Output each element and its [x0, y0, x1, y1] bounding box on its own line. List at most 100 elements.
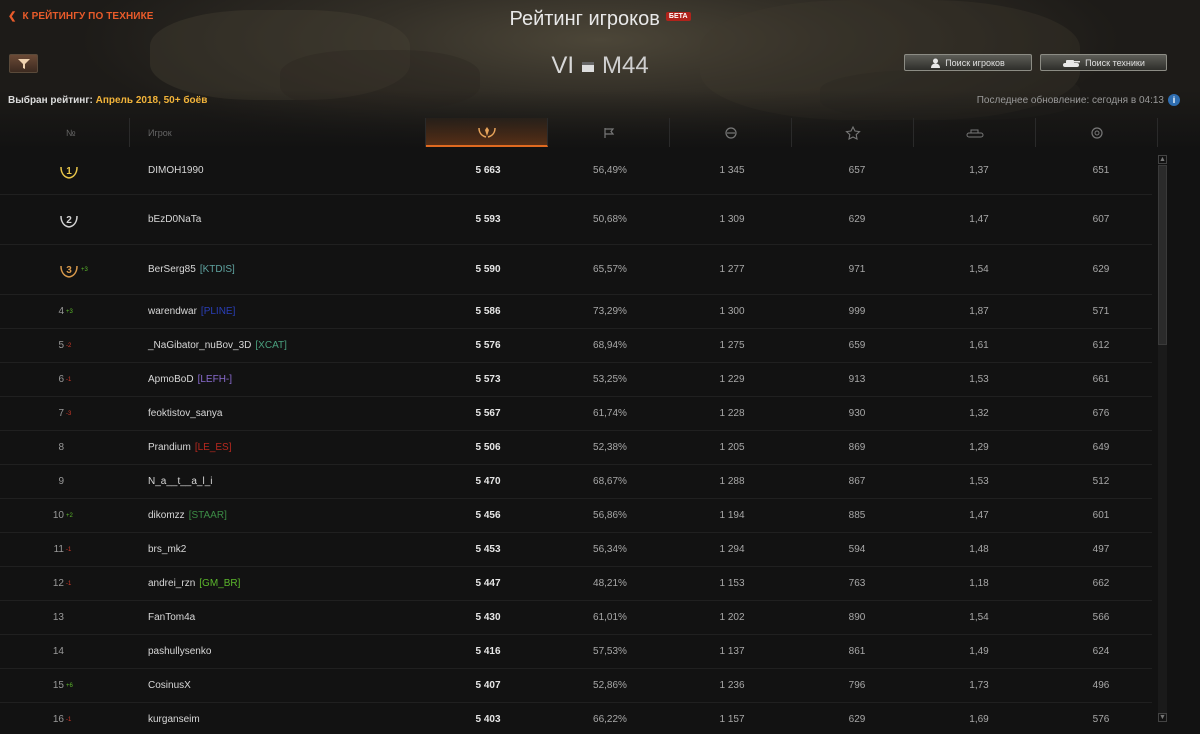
damage-cell: 1 137: [719, 646, 745, 657]
vehicle-tier: VI: [551, 52, 574, 79]
winrate-cell: 52,38%: [593, 442, 627, 453]
rank-change: -3: [66, 410, 72, 417]
table-row[interactable]: 1 DIMOH1990 5 663 56,49% 1 345 657 1,37 651: [0, 147, 1152, 195]
table-row[interactable]: 9 N_a__t__a_l_i 5 470 68,67% 1 288 867 1,53 512: [0, 465, 1152, 499]
clan-tag[interactable]: [STAAR]: [189, 510, 227, 521]
table-row[interactable]: 5 -2 _NaGibator_nuBov_3D [XCAT] 5 576 68,94% 1…: [0, 329, 1152, 363]
table-row[interactable]: 2 bEzD0NaTa 5 593 50,68% 1 309 629 1,47 607: [0, 195, 1152, 245]
player-name[interactable]: ApmoBoD: [148, 374, 194, 385]
rank-cell: 8: [50, 431, 120, 464]
rating-cell: 5 586: [475, 306, 501, 317]
player-name[interactable]: kurganseim: [148, 714, 200, 725]
table-row[interactable]: 14 pashullysenko 5 416 57,53% 1 137 861 1,49 62…: [0, 635, 1152, 669]
player-name[interactable]: warendwar: [148, 306, 197, 317]
rank-cell: 13: [50, 601, 120, 634]
column-winrate[interactable]: [548, 118, 670, 147]
rank-number: 16: [52, 714, 64, 725]
clan-tag[interactable]: [GM_BR]: [199, 578, 240, 589]
scrollbar[interactable]: ▲ ▼: [1156, 155, 1169, 725]
experience-cell: 659: [848, 340, 866, 351]
rank-number: 11: [53, 544, 64, 555]
vehicle-name: M44: [602, 52, 649, 79]
player-name[interactable]: CosinusX: [148, 680, 191, 691]
player-name[interactable]: dikomzz: [148, 510, 185, 521]
clan-tag[interactable]: [PLINE]: [201, 306, 235, 317]
player-name[interactable]: brs_mk2: [148, 544, 186, 555]
experience-cell: 869: [848, 442, 866, 453]
player-cell: _NaGibator_nuBov_3D [XCAT]: [148, 329, 418, 362]
search-vehicles-label: Поиск техники: [1085, 57, 1145, 68]
player-name[interactable]: bEzD0NaTa: [148, 214, 201, 225]
spotted-cell: 601: [1092, 510, 1110, 521]
rank-number: 7: [58, 408, 64, 419]
player-cell: brs_mk2: [148, 533, 418, 566]
player-name[interactable]: andrei_rzn: [148, 578, 195, 589]
damage-cell: 1 294: [719, 544, 745, 555]
clan-tag[interactable]: [KTDIS]: [200, 264, 235, 275]
kill-ratio-cell: 1,53: [969, 476, 989, 487]
kill-ratio-cell: 1,48: [969, 544, 989, 555]
table-row[interactable]: 13 FanTom4a 5 430 61,01% 1 202 890 1,54 566: [0, 601, 1152, 635]
scroll-down-arrow[interactable]: ▼: [1158, 713, 1167, 722]
player-name[interactable]: _NaGibator_nuBov_3D: [148, 340, 251, 351]
search-players-label: Поиск игроков: [945, 57, 1005, 68]
search-vehicles-button[interactable]: Поиск техники: [1040, 54, 1167, 71]
kill-ratio-cell: 1,47: [969, 510, 989, 521]
player-name[interactable]: DIMOH1990: [148, 165, 204, 176]
search-players-button[interactable]: Поиск игроков: [904, 54, 1032, 71]
rank-change: +6: [66, 682, 73, 689]
table-row[interactable]: 3 +3 BerSerg85 [KTDIS] 5 590 65,57% 1 277 971 1,…: [0, 245, 1152, 295]
column-damage[interactable]: [670, 118, 792, 147]
clan-tag[interactable]: [XCAT]: [255, 340, 286, 351]
info-icon[interactable]: i: [1168, 94, 1180, 106]
spotted-cell: 576: [1092, 714, 1110, 725]
player-cell: kurganseim: [148, 703, 418, 734]
player-name[interactable]: FanTom4a: [148, 612, 195, 623]
spotted-cell: 624: [1092, 646, 1110, 657]
table-row[interactable]: 8 Prandium [LE_ES] 5 506 52,38% 1 205 869 1,29 6…: [0, 431, 1152, 465]
scroll-thumb[interactable]: [1158, 165, 1167, 345]
winrate-cell: 61,74%: [593, 408, 627, 419]
rank-cell: 11 -1: [50, 533, 120, 566]
rank-cell: 15 +6: [50, 669, 120, 702]
column-experience[interactable]: [792, 118, 914, 147]
column-player[interactable]: Игрок: [130, 118, 426, 147]
target-icon: [1090, 126, 1103, 139]
selected-rating-label: Выбран рейтинг:: [8, 95, 93, 106]
kill-ratio-cell: 1,61: [969, 340, 989, 351]
table-row[interactable]: 11 -1 brs_mk2 5 453 56,34% 1 294 594 1,48 497: [0, 533, 1152, 567]
damage-cell: 1 205: [719, 442, 745, 453]
table-row[interactable]: 15 +6 CosinusX 5 407 52,86% 1 236 796 1,73 496: [0, 669, 1152, 703]
player-name[interactable]: feoktistov_sanya: [148, 408, 223, 419]
selected-rating-value[interactable]: Апрель 2018, 50+ боёв: [96, 95, 208, 106]
rank-number: 2: [66, 215, 72, 226]
table-row[interactable]: 10 +2 dikomzz [STAAR] 5 456 56,86% 1 194 885 1,4…: [0, 499, 1152, 533]
column-spotted[interactable]: [1036, 118, 1158, 147]
kill-ratio-cell: 1,54: [969, 612, 989, 623]
table-row[interactable]: 7 -3 feoktistov_sanya 5 567 61,74% 1 228 930 1,…: [0, 397, 1152, 431]
player-name[interactable]: N_a__t__a_l_i: [148, 476, 213, 487]
rank-change: -1: [66, 546, 72, 553]
table-row[interactable]: 6 -1 ApmoBoD [LEFH-] 5 573 53,25% 1 229 913 1,53…: [0, 363, 1152, 397]
column-rank[interactable]: №: [50, 118, 130, 147]
player-name[interactable]: Prandium: [148, 442, 191, 453]
kill-ratio-cell: 1,69: [969, 714, 989, 725]
table-row[interactable]: 16 -1 kurganseim 5 403 66,22% 1 157 629 1,69 576: [0, 703, 1152, 734]
rating-cell: 5 590: [475, 264, 501, 275]
rating-cell: 5 576: [475, 340, 501, 351]
winrate-cell: 48,21%: [593, 578, 627, 589]
column-rating[interactable]: [426, 118, 548, 147]
player-name[interactable]: pashullysenko: [148, 646, 211, 657]
scroll-up-arrow[interactable]: ▲: [1158, 155, 1167, 164]
spotted-cell: 607: [1092, 214, 1110, 225]
last-update: Последнее обновление: сегодня в 04:13 i: [977, 94, 1180, 106]
rank-number: 14: [52, 646, 64, 657]
player-cell: dikomzz [STAAR]: [148, 499, 418, 532]
player-name[interactable]: BerSerg85: [148, 264, 196, 275]
rank-cell: 2: [50, 195, 120, 244]
clan-tag[interactable]: [LEFH-]: [198, 374, 232, 385]
column-kill-ratio[interactable]: [914, 118, 1036, 147]
clan-tag[interactable]: [LE_ES]: [195, 442, 232, 453]
table-row[interactable]: 12 -1 andrei_rzn [GM_BR] 5 447 48,21% 1 153 763…: [0, 567, 1152, 601]
table-row[interactable]: 4 +3 warendwar [PLINE] 5 586 73,29% 1 300 999 1,…: [0, 295, 1152, 329]
